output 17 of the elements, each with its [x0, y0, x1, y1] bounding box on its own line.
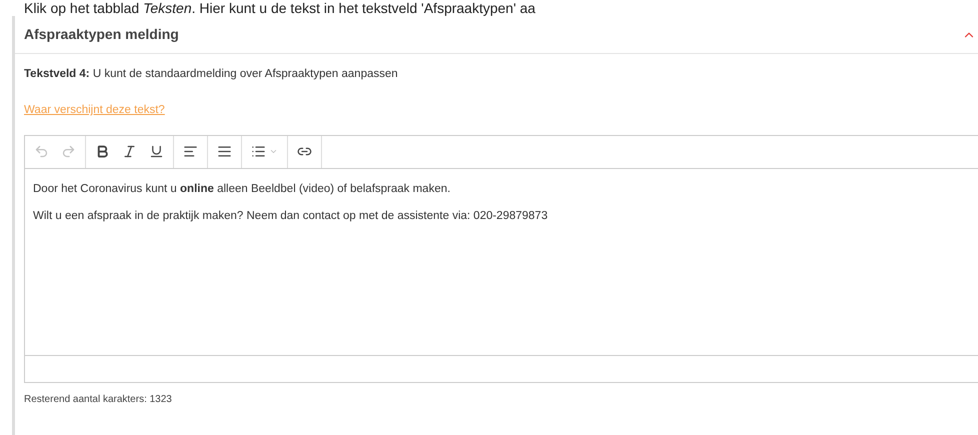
- redo-icon: [61, 144, 76, 159]
- character-counter: Resterend aantal karakters: 1323: [24, 392, 173, 406]
- italic-icon: [122, 144, 137, 159]
- paragraph: Door het Coronavirus kunt u online alleen Beeldbel (video) of belafspraak maken.: [33, 182, 452, 196]
- bullet-list-icon: [251, 144, 266, 159]
- justify-icon: [217, 144, 232, 159]
- undo-icon: [34, 144, 49, 159]
- editor-content[interactable]: Door het Coronavirus kunt u online alleen Beeldbel (video) of belafspraak maken. Wilt u een afspraak in de praktijk maken? Neem dan contact op met de assistente via: 020-29879873: [25, 168, 978, 354]
- intro-text: Klik op het tabblad Teksten. Hier kunt u de tekst in het tekstveld 'Afspraaktypen' aa: [23, 0, 536, 16]
- panel-title: Afspraaktypen melding: [24, 25, 179, 44]
- field-description: Tekstveld 4: U kunt de standaardmelding over Afspraaktypen aanpassen: [24, 67, 399, 82]
- underline-icon: [149, 144, 164, 159]
- align-left-icon: [183, 144, 198, 159]
- caret-icon: [269, 147, 278, 156]
- panel-header[interactable]: Afspraaktypen melding: [15, 16, 978, 54]
- bold-icon: [95, 144, 110, 159]
- paragraph: Wilt u een afspraak in de praktijk maken? Neem dan contact op met de assistente via: 020-29879873: [33, 208, 549, 224]
